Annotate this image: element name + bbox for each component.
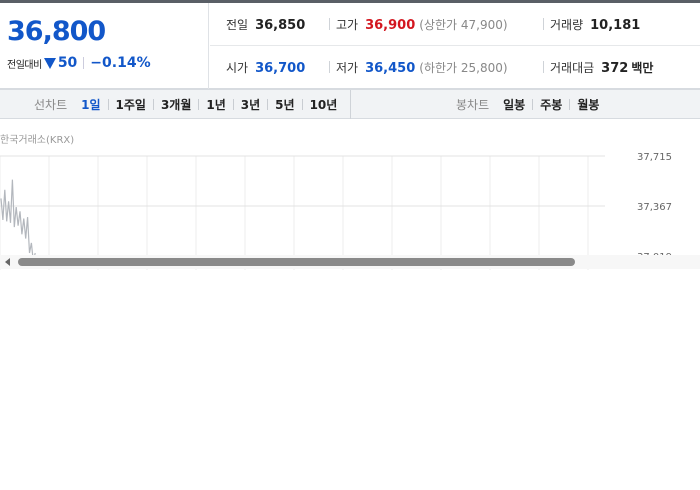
line-chart-label: 선차트 — [34, 98, 68, 112]
change-label: 전일대비 — [7, 59, 42, 71]
stat-value: 36,900 — [365, 18, 416, 33]
tab-1-week[interactable]: 1주일 — [109, 96, 153, 113]
stat-label: 저가 — [336, 61, 359, 75]
exchange-label: 한국거래소(KRX) — [0, 135, 75, 146]
stat-label: 전일 — [226, 18, 249, 32]
stat-prev-close: 전일 36,850 — [226, 16, 305, 33]
price-summary: 36,800 전일대비 50 −0.14% 전일 36,850 고가 36,90… — [0, 3, 700, 89]
stock-chart: 37,71537,36737,019 한국거래소(KRX) — [0, 120, 700, 270]
stat-value: 36,850 — [255, 18, 306, 33]
stat-low: 저가 36,450 (하한가 25,800) — [336, 59, 508, 76]
change-row: 전일대비 50 −0.14% — [7, 54, 151, 72]
tab-3-years[interactable]: 3년 — [234, 96, 267, 113]
stat-volume: 거래량 10,181 — [550, 16, 640, 33]
candle-chart-tabs: 봉차트 일봉 주봉 월봉 — [351, 90, 700, 119]
current-price-panel: 36,800 전일대비 50 −0.14% — [0, 3, 209, 89]
stat-value: 36,450 — [365, 61, 416, 76]
y-tick-label: 37,715 — [637, 152, 672, 163]
row-divider — [210, 45, 700, 46]
stat-label: 고가 — [336, 18, 359, 32]
tab-5-years[interactable]: 5년 — [268, 96, 301, 113]
stat-turnover: 거래대금 372 백만 — [550, 59, 653, 76]
tab-weekly-candle[interactable]: 주봉 — [533, 96, 569, 113]
stat-label: 거래량 — [550, 18, 584, 32]
stat-open: 시가 36,700 — [226, 59, 305, 76]
tab-monthly-candle[interactable]: 월봉 — [570, 96, 606, 113]
stat-value: 372 — [601, 61, 629, 76]
stat-label: 거래대금 — [550, 61, 595, 75]
stat-unit: 백만 — [631, 61, 654, 75]
chart-canvas: 37,71537,36737,019 — [0, 152, 672, 270]
chart-scrollbar[interactable] — [0, 255, 700, 269]
tab-3-months[interactable]: 3개월 — [154, 96, 198, 113]
tab-10-years[interactable]: 10년 — [303, 96, 345, 113]
tab-1-year[interactable]: 1년 — [199, 96, 232, 113]
price-line — [0, 179, 36, 262]
current-price: 36,800 — [7, 16, 106, 47]
divider — [543, 61, 544, 73]
scroll-thumb[interactable] — [18, 258, 575, 266]
y-tick-label: 37,367 — [637, 202, 672, 213]
divider — [83, 57, 85, 69]
divider — [543, 18, 544, 30]
divider — [329, 61, 330, 73]
stat-value: 10,181 — [590, 18, 641, 33]
change-percent: −0.14% — [90, 55, 151, 71]
upper-limit: (상한가 47,900) — [419, 18, 508, 32]
divider — [329, 18, 330, 30]
tab-daily-candle[interactable]: 일봉 — [496, 96, 532, 113]
scroll-left-arrow-icon[interactable] — [5, 258, 10, 266]
line-chart-tabs: 선차트 1일 1주일 3개월 1년 3년 5년 10년 — [0, 90, 351, 119]
price-stats: 전일 36,850 고가 36,900 (상한가 47,900) 거래량 10,… — [210, 3, 700, 89]
change-amount: 50 — [57, 55, 78, 71]
candle-chart-label: 봉차트 — [456, 98, 490, 112]
stat-label: 시가 — [226, 61, 249, 75]
tab-1-day[interactable]: 1일 — [74, 96, 107, 113]
stat-high: 고가 36,900 (상한가 47,900) — [336, 16, 508, 33]
stat-value: 36,700 — [255, 61, 306, 76]
lower-limit: (하한가 25,800) — [419, 61, 508, 75]
chart-period-tabs: 선차트 1일 1주일 3개월 1년 3년 5년 10년 봉차트 일봉 주봉 월봉 — [0, 89, 700, 119]
down-triangle-icon — [43, 57, 56, 69]
